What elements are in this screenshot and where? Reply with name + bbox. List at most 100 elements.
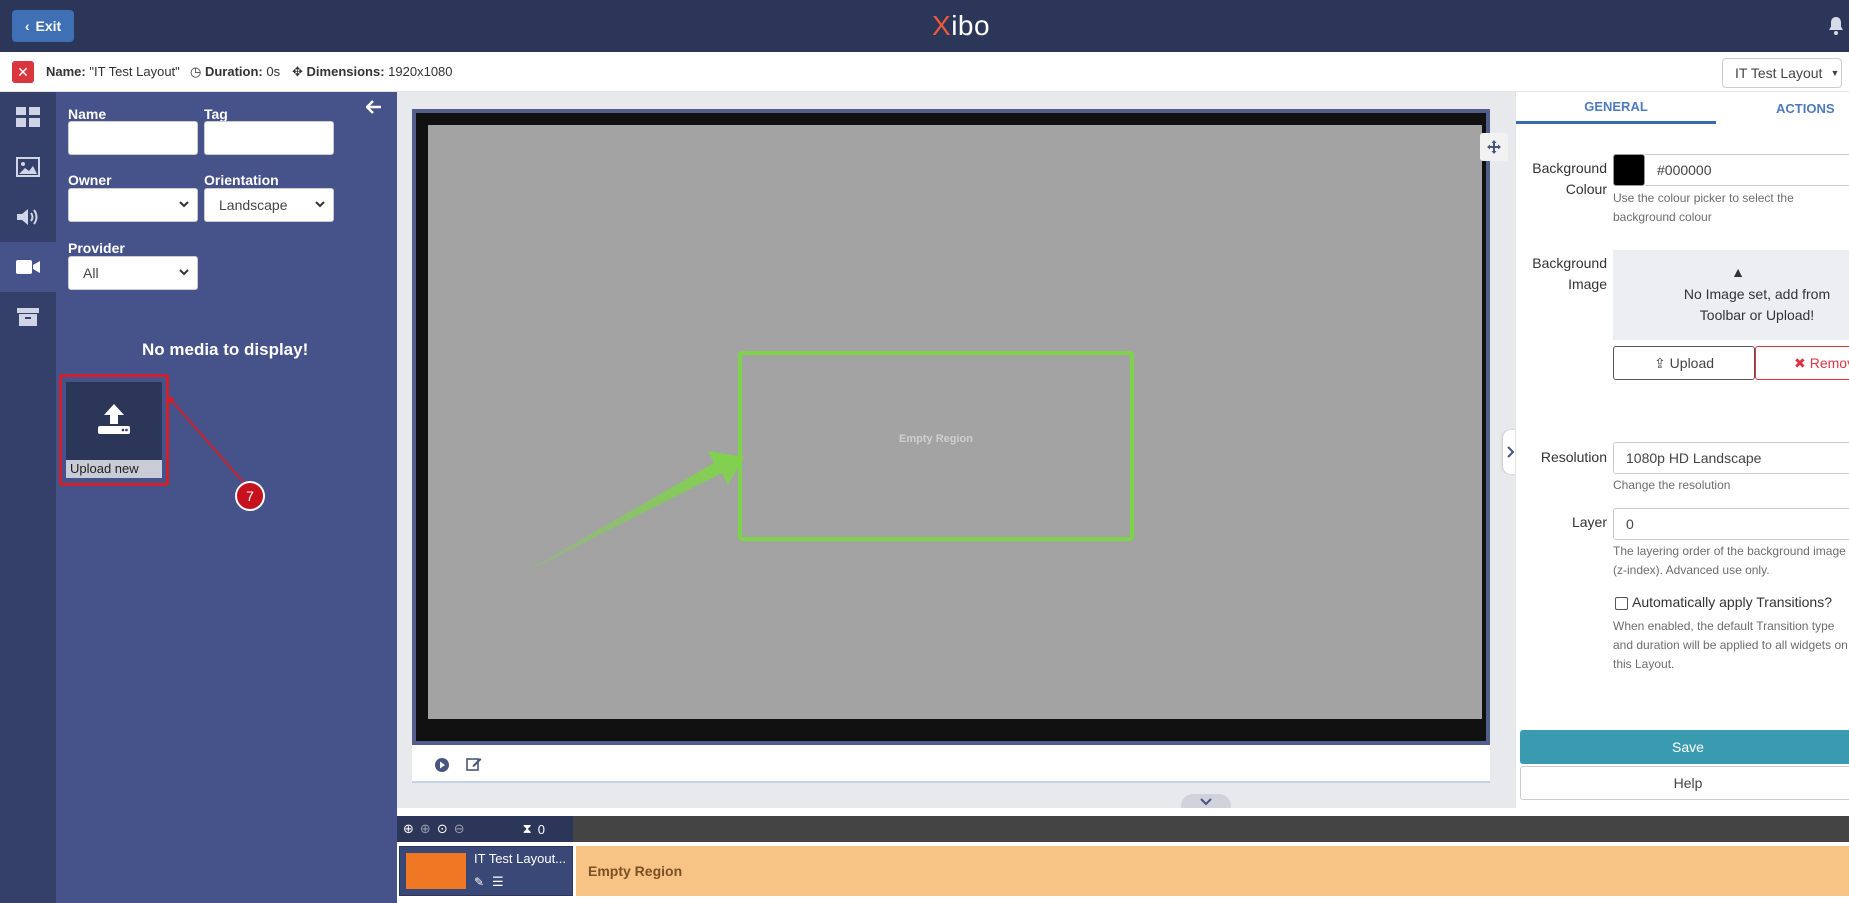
layout-info-bar: ✕ Name: "IT Test Layout" ◷ Duration: 0s …: [0, 52, 1849, 92]
properties-panel: GENERAL ACTIONS Background Colour #00000…: [1515, 92, 1849, 808]
resolution-help: Change the resolution: [1613, 478, 1731, 492]
chevron-left-icon: ‹: [24, 18, 30, 34]
layout-dimensions-info: ✥ Dimensions: 1920x1080: [292, 64, 453, 79]
toolbar-audio[interactable]: [0, 192, 56, 242]
grid-icon: [16, 107, 40, 127]
layer-help: The layering order of the background ima…: [1613, 544, 1846, 577]
upload-new-card[interactable]: Upload new: [66, 382, 162, 478]
timeline-layout-name: IT Test Layout...: [474, 851, 567, 866]
zoom-in-alt-icon[interactable]: ⊕: [420, 821, 431, 837]
resolution-select[interactable]: 1080p HD Landscape: [1613, 442, 1849, 474]
upload-button[interactable]: ⇪ Upload: [1613, 346, 1755, 380]
edit-icon[interactable]: ✎: [474, 875, 484, 889]
name-filter-input[interactable]: [68, 121, 198, 155]
toolbar-video[interactable]: [0, 242, 56, 292]
bg-image-label: Background Image: [1532, 255, 1607, 292]
timeline-ruler: [573, 816, 1849, 842]
timeline-region-row[interactable]: Empty Region: [576, 846, 1849, 896]
timeline-duration-count: 0: [537, 821, 545, 837]
no-media-message: No media to display!: [142, 340, 309, 359]
xibo-logo: Xibo: [932, 10, 991, 41]
layout-duration-info: ◷ Duration: 0s: [190, 64, 281, 79]
image-icon: [16, 157, 40, 177]
layer-input[interactable]: 0: [1613, 508, 1849, 540]
upload-new-label: Upload new: [66, 460, 162, 478]
bg-colour-label: Background Colour: [1532, 160, 1607, 197]
bell-icon[interactable]: [1824, 14, 1848, 38]
owner-filter-label: Owner: [68, 172, 112, 188]
colour-swatch[interactable]: [1613, 154, 1645, 186]
bg-image-empty-text: No Image set, add from Toolbar or Upload…: [1683, 286, 1831, 323]
timeline-layout-item[interactable]: IT Test Layout... ✎ ☰: [399, 846, 573, 896]
hourglass-icon: ⧗: [522, 821, 532, 836]
provider-filter-label: Provider: [68, 240, 125, 256]
orientation-filter-label: Orientation: [204, 172, 279, 188]
step-number-badge: 7: [235, 481, 265, 511]
chevron-down-icon: [179, 269, 189, 276]
bg-image-placeholder: ▲ No Image set, add from Toolbar or Uplo…: [1613, 250, 1849, 340]
clock-icon: ◷: [190, 64, 202, 79]
save-button[interactable]: Save: [1520, 730, 1849, 764]
empty-region[interactable]: Empty Region: [738, 351, 1134, 541]
timeline-panel: ⊕ ⊕ ⊙ ⊖ ⧗ 0 IT Test Layout... ✎ ☰ Empty …: [397, 808, 1849, 903]
help-button[interactable]: Help: [1520, 766, 1849, 800]
top-bar: ‹ Exit Xibo: [0, 0, 1849, 52]
transitions-help: When enabled, the default Transition typ…: [1613, 619, 1848, 671]
tag-filter-input[interactable]: [204, 121, 334, 155]
layer-label: Layer: [1571, 514, 1607, 530]
volume-icon: [17, 209, 38, 225]
zoom-out-icon[interactable]: ⊖: [454, 821, 465, 837]
layout-stage: Empty Region: [412, 109, 1508, 745]
zoom-in-icon[interactable]: ⊕: [403, 821, 414, 837]
layout-select-dropdown[interactable]: IT Test Layout ▼: [1722, 58, 1842, 88]
layout-thumbnail: [406, 853, 466, 889]
chevron-down-icon: [315, 201, 325, 208]
move-arrows-icon: ✥: [292, 64, 303, 79]
archive-icon: [17, 308, 39, 326]
toolbar-layouts[interactable]: [0, 92, 56, 142]
owner-filter-select[interactable]: [68, 188, 198, 222]
annotation-green-arrow: [520, 451, 744, 575]
zoom-reset-icon[interactable]: ⊙: [437, 821, 448, 837]
chevron-down-icon: [179, 201, 189, 208]
media-toolbox-panel: Name Tag Owner Orientation Landscape Pro…: [56, 92, 397, 903]
transitions-checkbox[interactable]: [1615, 597, 1628, 610]
play-icon[interactable]: [434, 757, 450, 773]
bg-colour-input[interactable]: #000000: [1645, 154, 1849, 186]
layout-editor-canvas: Empty Region: [397, 92, 1515, 810]
layout-frame: Empty Region: [416, 113, 1508, 741]
chevron-right-icon: [1507, 446, 1515, 458]
viewer-toolbar: [412, 745, 1490, 783]
close-icon[interactable]: ✕: [12, 61, 34, 83]
arrow-left-icon[interactable]: [366, 100, 382, 114]
region-label: Empty Region: [899, 433, 973, 445]
remove-button[interactable]: ✖ Remove: [1755, 346, 1849, 380]
transitions-label: Automatically apply Transitions?: [1632, 594, 1832, 610]
resolution-label: Resolution: [1540, 449, 1607, 465]
video-camera-icon: [16, 260, 40, 274]
move-icon[interactable]: [1480, 133, 1508, 161]
layout-background[interactable]: Empty Region: [428, 125, 1508, 719]
tab-actions[interactable]: ACTIONS: [1716, 92, 1849, 124]
toolbar-icon-menu: [0, 92, 56, 903]
tab-general[interactable]: GENERAL: [1516, 92, 1716, 124]
upload-icon: ⇪: [1653, 354, 1666, 371]
edit-icon[interactable]: [466, 756, 482, 772]
caret-down-icon: ▼: [1830, 68, 1840, 78]
annotation-pointer-line: [169, 397, 246, 485]
exit-label: Exit: [35, 18, 62, 34]
list-icon[interactable]: ☰: [492, 874, 504, 890]
warning-icon: ▲: [1731, 264, 1745, 280]
tag-filter-label: Tag: [204, 106, 228, 122]
layout-name-info: Name: "IT Test Layout": [46, 64, 180, 79]
upload-icon: [98, 404, 130, 434]
exit-button[interactable]: ‹ Exit: [12, 10, 74, 42]
arrows-move-icon: [1487, 140, 1501, 154]
toolbar-images[interactable]: [0, 142, 56, 192]
bg-colour-help: Use the colour picker to select the back…: [1613, 191, 1794, 224]
timeline-zoom-tools: ⊕ ⊕ ⊙ ⊖ ⧗ 0: [397, 816, 573, 842]
toolbar-library[interactable]: [0, 292, 56, 342]
provider-filter-select[interactable]: All: [68, 256, 198, 290]
close-icon: ✖: [1794, 354, 1806, 371]
orientation-filter-select[interactable]: Landscape: [204, 188, 334, 222]
